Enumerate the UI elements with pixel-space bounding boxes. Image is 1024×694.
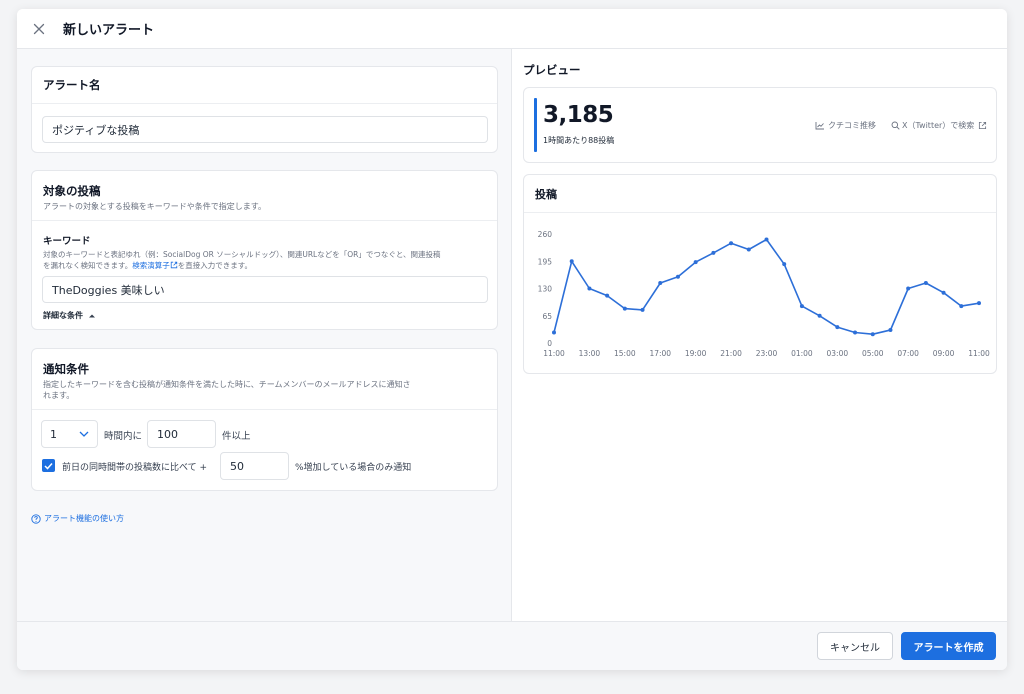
y-tick-label: 65: [542, 312, 552, 321]
trend-link[interactable]: クチコミ推移: [815, 120, 876, 131]
chevron-up-icon: [89, 314, 95, 317]
data-point[interactable]: [552, 330, 556, 335]
x-tick-label: 01:00: [791, 349, 813, 358]
x-tick-label: 21:00: [720, 349, 742, 358]
close-button[interactable]: [29, 19, 49, 39]
data-point[interactable]: [658, 281, 663, 286]
help-link[interactable]: アラート機能の使い方: [31, 513, 124, 524]
count-suffix: 件以上: [222, 431, 251, 442]
x-tick-label: 17:00: [649, 349, 671, 358]
x-tick-label: 19:00: [685, 349, 707, 358]
data-point[interactable]: [959, 304, 964, 309]
data-point[interactable]: [569, 259, 574, 264]
accent-bar: [534, 98, 537, 152]
data-point[interactable]: [622, 306, 627, 311]
settings-pane: アラート名 対象の投稿 アラートの対象とする投稿をキーワードや条件で指定します。…: [17, 49, 512, 621]
data-point[interactable]: [923, 281, 928, 286]
modal-footer: キャンセル アラートを作成: [17, 621, 1007, 670]
notification-conditions-card: 通知条件 指定したキーワードを含む投稿が通知条件を満たした時に、チームメンバーの…: [31, 348, 498, 491]
x-tick-label: 05:00: [862, 349, 884, 358]
cancel-button[interactable]: キャンセル: [817, 632, 893, 660]
keyword-label: キーワード: [43, 236, 91, 247]
x-tick-label: 15:00: [614, 349, 636, 358]
count-input[interactable]: [147, 420, 216, 448]
data-point[interactable]: [640, 307, 645, 312]
data-point[interactable]: [764, 237, 769, 242]
x-tick-label: 11:00: [968, 349, 990, 358]
search-icon: [891, 121, 900, 130]
alert-name-input[interactable]: [42, 116, 488, 143]
preview-pane: プレビュー 3,185 1時間あたり88投稿 クチコミ推移 X（Twitter）…: [512, 49, 1007, 621]
data-point[interactable]: [888, 328, 893, 333]
data-point[interactable]: [693, 260, 698, 265]
external-link-icon: [979, 121, 987, 130]
line-chart-icon: [815, 122, 824, 130]
create-alert-button[interactable]: アラートを作成: [901, 632, 996, 660]
new-alert-modal: 新しいアラート アラート名 対象の投稿 アラートの対象とする投稿をキーワードや条…: [17, 9, 1007, 670]
x-tick-label: 23:00: [756, 349, 778, 358]
percent-suffix: %増加している場合のみ通知: [295, 463, 412, 473]
data-point[interactable]: [587, 286, 592, 291]
data-point[interactable]: [746, 247, 751, 252]
search-operator-link[interactable]: 検索演算子: [132, 261, 170, 270]
target-posts-card: 対象の投稿 アラートの対象とする投稿をキーワードや条件で指定します。 キーワード…: [31, 170, 498, 330]
keyword-help: 対象のキーワードと表記ゆれ（例：SocialDog OR ソーシャルドッグ）、関…: [43, 250, 441, 270]
data-point[interactable]: [870, 332, 875, 337]
data-point[interactable]: [782, 262, 787, 267]
data-point[interactable]: [799, 304, 804, 309]
compare-checkbox[interactable]: [42, 459, 55, 472]
data-point[interactable]: [711, 250, 716, 255]
target-posts-title: 対象の投稿: [43, 184, 101, 198]
total-count: 3,185: [543, 102, 614, 128]
keyword-input[interactable]: [42, 276, 488, 303]
data-point[interactable]: [675, 274, 680, 279]
y-tick-label: 130: [538, 285, 553, 294]
advanced-conditions-toggle[interactable]: 詳細な条件: [43, 310, 96, 321]
close-icon: [33, 23, 45, 34]
x-tick-label: 09:00: [933, 349, 955, 358]
target-posts-description: アラートの対象とする投稿をキーワードや条件で指定します。: [43, 202, 266, 211]
search-on-x-link[interactable]: X（Twitter）で検索: [891, 120, 987, 131]
posts-line-chart: 26019513065011:00 13:00 15:00 17:00 19:00 21:…: [538, 230, 990, 358]
series-line: [553, 238, 980, 335]
alert-name-title: アラート名: [43, 78, 101, 92]
data-point[interactable]: [906, 286, 911, 291]
notification-conditions-title: 通知条件: [43, 362, 89, 376]
data-point[interactable]: [729, 241, 734, 246]
x-tick-label: 03:00: [827, 349, 849, 358]
notification-conditions-description: 指定したキーワードを含む投稿が通知条件を満たした時に、チームメンバーのメールアド…: [43, 380, 411, 400]
external-link-icon: [170, 261, 177, 269]
x-tick-label: 07:00: [897, 349, 919, 358]
x-tick-label: 11:00: [543, 349, 565, 358]
data-point[interactable]: [817, 313, 822, 318]
hours-select[interactable]: 1: [41, 420, 98, 448]
y-tick-label: 195: [538, 257, 553, 266]
modal-header: 新しいアラート: [17, 9, 1007, 49]
question-circle-icon: [31, 513, 41, 524]
hours-select-value: 1: [50, 427, 57, 441]
percent-input[interactable]: [220, 452, 289, 480]
data-point[interactable]: [941, 290, 946, 295]
hourly-rate: 1時間あたり88投稿: [543, 136, 615, 145]
preview-title: プレビュー: [523, 63, 581, 77]
y-tick-label: 260: [538, 230, 553, 239]
modal-title: 新しいアラート: [63, 23, 155, 38]
compare-label: 前日の同時間帯の投稿数に比べて +: [62, 463, 208, 473]
data-point[interactable]: [605, 293, 610, 298]
y-tick-label: 0: [547, 339, 552, 348]
chart-title: 投稿: [535, 187, 557, 201]
posts-chart-card: 投稿 260 195 130 65 0 11:00 13:00 15:00 17:00 19:00…: [523, 174, 997, 374]
alert-name-card: アラート名: [31, 66, 498, 153]
data-point[interactable]: [835, 325, 840, 330]
chevron-down-icon: [79, 431, 89, 437]
data-point[interactable]: [977, 301, 981, 306]
data-point[interactable]: [853, 330, 858, 335]
hours-suffix: 時間内に: [104, 431, 143, 442]
x-tick-label: 13:00: [579, 349, 601, 358]
summary-card: 3,185 1時間あたり88投稿 クチコミ推移 X（Twitter）で検索: [523, 87, 997, 163]
check-icon: [44, 462, 53, 470]
